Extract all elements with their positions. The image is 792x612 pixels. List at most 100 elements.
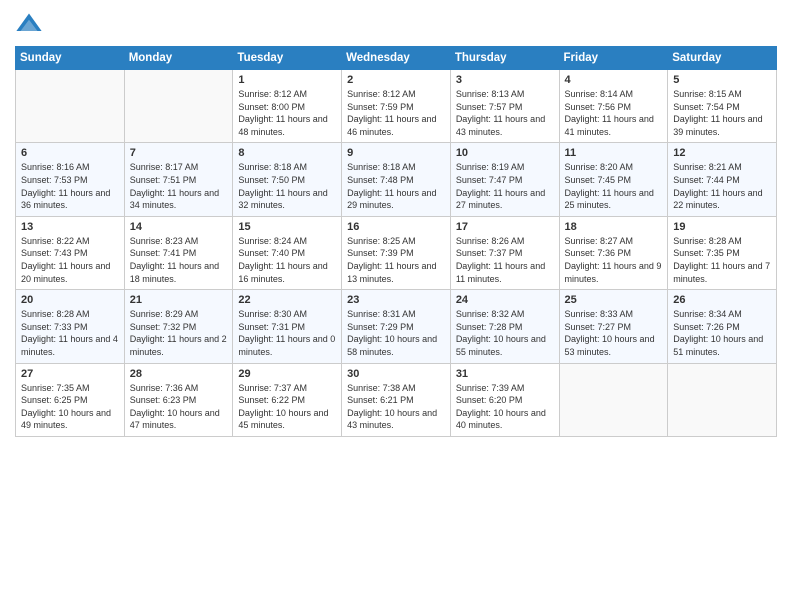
day-detail: Sunrise: 8:12 AMSunset: 7:59 PMDaylight:… (347, 88, 445, 138)
day-number: 12 (673, 147, 771, 159)
day-detail: Sunrise: 8:26 AMSunset: 7:37 PMDaylight:… (456, 235, 554, 285)
day-number: 23 (347, 294, 445, 306)
day-number: 17 (456, 221, 554, 233)
day-number: 7 (130, 147, 228, 159)
calendar-cell: 22Sunrise: 8:30 AMSunset: 7:31 PMDayligh… (233, 290, 342, 363)
day-detail: Sunrise: 8:29 AMSunset: 7:32 PMDaylight:… (130, 308, 228, 358)
header-thursday: Thursday (450, 47, 559, 70)
day-number: 20 (21, 294, 119, 306)
calendar-cell: 27Sunrise: 7:35 AMSunset: 6:25 PMDayligh… (16, 363, 125, 436)
calendar: SundayMondayTuesdayWednesdayThursdayFrid… (15, 46, 777, 437)
header (15, 10, 777, 38)
day-detail: Sunrise: 8:16 AMSunset: 7:53 PMDaylight:… (21, 161, 119, 211)
day-detail: Sunrise: 8:17 AMSunset: 7:51 PMDaylight:… (130, 161, 228, 211)
calendar-cell: 10 Sunrise: 8:19 AMSunset: 7:47 PMDayligh… (450, 143, 559, 216)
calendar-cell: 3 Sunrise: 8:13 AMSunset: 7:57 PMDaylight… (450, 70, 559, 143)
day-detail: Sunrise: 8:25 AMSunset: 7:39 PMDaylight:… (347, 235, 445, 285)
day-number: 21 (130, 294, 228, 306)
day-number: 24 (456, 294, 554, 306)
calendar-cell: 23 Sunrise: 8:31 AMSunset: 7:29 PMDayligh… (342, 290, 451, 363)
calendar-header: SundayMondayTuesdayWednesdayThursdayFrid… (16, 47, 777, 70)
calendar-cell: 16 Sunrise: 8:25 AMSunset: 7:39 PMDayligh… (342, 216, 451, 289)
calendar-cell: 11 Sunrise: 8:20 AMSunset: 7:45 PMDayligh… (559, 143, 668, 216)
page: SundayMondayTuesdayWednesdayThursdayFrid… (0, 0, 792, 612)
day-number: 14 (130, 221, 228, 233)
week-row-3: 20 Sunrise: 8:28 AMSunset: 7:33 PMDayligh… (16, 290, 777, 363)
day-number: 16 (347, 221, 445, 233)
day-detail: Sunrise: 8:33 AMSunset: 7:27 PMDaylight:… (565, 308, 663, 358)
day-detail: Sunrise: 8:34 AMSunset: 7:26 PMDaylight:… (673, 308, 771, 358)
header-friday: Friday (559, 47, 668, 70)
logo (15, 10, 47, 38)
day-detail: Sunrise: 8:15 AMSunset: 7:54 PMDaylight:… (673, 88, 771, 138)
day-detail: Sunrise: 7:39 AMSunset: 6:20 PMDaylight:… (456, 382, 554, 432)
day-number: 8 (238, 147, 336, 159)
day-detail: Sunrise: 8:23 AMSunset: 7:41 PMDaylight:… (130, 235, 228, 285)
week-row-2: 13Sunrise: 8:22 AMSunset: 7:43 PMDayligh… (16, 216, 777, 289)
day-detail: Sunrise: 8:28 AMSunset: 7:35 PMDaylight:… (673, 235, 771, 285)
day-number: 1 (238, 74, 336, 86)
header-monday: Monday (124, 47, 233, 70)
day-number: 5 (673, 74, 771, 86)
day-detail: Sunrise: 8:12 AMSunset: 8:00 PMDaylight:… (238, 88, 336, 138)
day-number: 29 (238, 368, 336, 380)
day-detail: Sunrise: 7:38 AMSunset: 6:21 PMDaylight:… (347, 382, 445, 432)
header-sunday: Sunday (16, 47, 125, 70)
calendar-cell: 12 Sunrise: 8:21 AMSunset: 7:44 PMDayligh… (668, 143, 777, 216)
day-detail: Sunrise: 8:18 AMSunset: 7:50 PMDaylight:… (238, 161, 336, 211)
calendar-cell: 5 Sunrise: 8:15 AMSunset: 7:54 PMDaylight… (668, 70, 777, 143)
header-row: SundayMondayTuesdayWednesdayThursdayFrid… (16, 47, 777, 70)
day-number: 10 (456, 147, 554, 159)
calendar-cell: 14 Sunrise: 8:23 AMSunset: 7:41 PMDayligh… (124, 216, 233, 289)
day-detail: Sunrise: 8:27 AMSunset: 7:36 PMDaylight:… (565, 235, 663, 285)
day-detail: Sunrise: 7:36 AMSunset: 6:23 PMDaylight:… (130, 382, 228, 432)
calendar-cell: 24 Sunrise: 8:32 AMSunset: 7:28 PMDayligh… (450, 290, 559, 363)
day-detail: Sunrise: 8:32 AMSunset: 7:28 PMDaylight:… (456, 308, 554, 358)
calendar-cell: 17 Sunrise: 8:26 AMSunset: 7:37 PMDayligh… (450, 216, 559, 289)
day-detail: Sunrise: 8:28 AMSunset: 7:33 PMDaylight:… (21, 308, 119, 358)
day-number: 4 (565, 74, 663, 86)
day-number: 3 (456, 74, 554, 86)
calendar-cell (559, 363, 668, 436)
calendar-cell: 9 Sunrise: 8:18 AMSunset: 7:48 PMDaylight… (342, 143, 451, 216)
header-saturday: Saturday (668, 47, 777, 70)
day-detail: Sunrise: 8:20 AMSunset: 7:45 PMDaylight:… (565, 161, 663, 211)
header-wednesday: Wednesday (342, 47, 451, 70)
day-number: 2 (347, 74, 445, 86)
calendar-cell: 29 Sunrise: 7:37 AMSunset: 6:22 PMDayligh… (233, 363, 342, 436)
week-row-0: 1 Sunrise: 8:12 AMSunset: 8:00 PMDaylight… (16, 70, 777, 143)
day-detail: Sunrise: 8:31 AMSunset: 7:29 PMDaylight:… (347, 308, 445, 358)
calendar-cell: 4 Sunrise: 8:14 AMSunset: 7:56 PMDaylight… (559, 70, 668, 143)
day-number: 6 (21, 147, 119, 159)
week-row-4: 27Sunrise: 7:35 AMSunset: 6:25 PMDayligh… (16, 363, 777, 436)
day-number: 19 (673, 221, 771, 233)
calendar-cell: 31 Sunrise: 7:39 AMSunset: 6:20 PMDayligh… (450, 363, 559, 436)
calendar-cell: 28Sunrise: 7:36 AMSunset: 6:23 PMDayligh… (124, 363, 233, 436)
calendar-cell (668, 363, 777, 436)
calendar-cell: 21 Sunrise: 8:29 AMSunset: 7:32 PMDayligh… (124, 290, 233, 363)
calendar-cell: 13Sunrise: 8:22 AMSunset: 7:43 PMDayligh… (16, 216, 125, 289)
calendar-cell (16, 70, 125, 143)
day-detail: Sunrise: 8:19 AMSunset: 7:47 PMDaylight:… (456, 161, 554, 211)
calendar-cell: 8 Sunrise: 8:18 AMSunset: 7:50 PMDaylight… (233, 143, 342, 216)
day-detail: Sunrise: 8:24 AMSunset: 7:40 PMDaylight:… (238, 235, 336, 285)
day-number: 30 (347, 368, 445, 380)
logo-icon (15, 10, 43, 38)
calendar-cell: 30 Sunrise: 7:38 AMSunset: 6:21 PMDayligh… (342, 363, 451, 436)
calendar-body: 1 Sunrise: 8:12 AMSunset: 8:00 PMDaylight… (16, 70, 777, 437)
day-detail: Sunrise: 8:13 AMSunset: 7:57 PMDaylight:… (456, 88, 554, 138)
day-number: 11 (565, 147, 663, 159)
day-number: 22 (238, 294, 336, 306)
day-number: 9 (347, 147, 445, 159)
day-number: 31 (456, 368, 554, 380)
day-detail: Sunrise: 8:18 AMSunset: 7:48 PMDaylight:… (347, 161, 445, 211)
day-detail: Sunrise: 7:37 AMSunset: 6:22 PMDaylight:… (238, 382, 336, 432)
day-number: 26 (673, 294, 771, 306)
calendar-cell: 15Sunrise: 8:24 AMSunset: 7:40 PMDayligh… (233, 216, 342, 289)
day-detail: Sunrise: 8:14 AMSunset: 7:56 PMDaylight:… (565, 88, 663, 138)
day-number: 25 (565, 294, 663, 306)
header-tuesday: Tuesday (233, 47, 342, 70)
calendar-cell (124, 70, 233, 143)
calendar-cell: 1 Sunrise: 8:12 AMSunset: 8:00 PMDaylight… (233, 70, 342, 143)
day-detail: Sunrise: 8:21 AMSunset: 7:44 PMDaylight:… (673, 161, 771, 211)
